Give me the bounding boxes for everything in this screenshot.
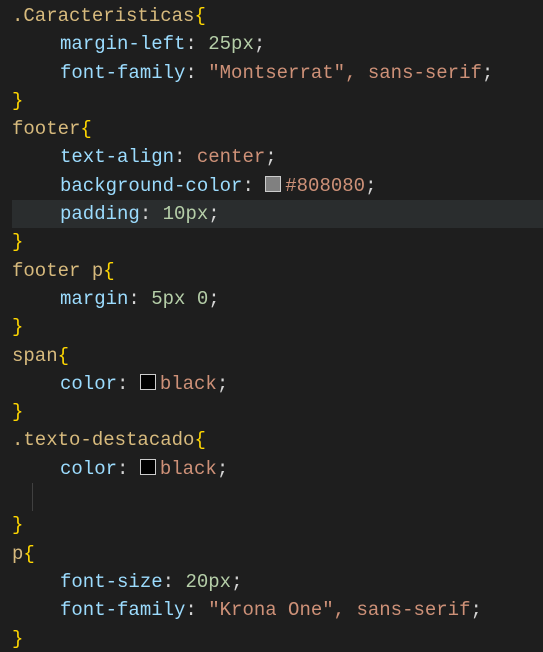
value: , sans-serif [334, 599, 471, 621]
code-line[interactable]: color: black; [12, 455, 543, 483]
code-line[interactable]: font-family: "Montserrat", sans-serif; [12, 59, 543, 87]
semicolon: ; [365, 175, 376, 197]
code-line[interactable]: } [12, 313, 543, 341]
value-number: 10 [163, 203, 186, 225]
property: margin [60, 288, 128, 310]
code-line[interactable]: p{ [12, 540, 543, 568]
value-string: "Krona One" [208, 599, 333, 621]
colon: : [117, 458, 140, 480]
code-line[interactable]: footer p{ [12, 257, 543, 285]
colon: : [185, 599, 208, 621]
colon: : [185, 62, 208, 84]
semicolon: ; [217, 373, 228, 395]
value-string: "Montserrat" [208, 62, 345, 84]
brace-open: { [80, 118, 91, 140]
colon: : [185, 33, 208, 55]
color-swatch[interactable] [140, 374, 156, 390]
brace-open: { [103, 260, 114, 282]
semicolon: ; [482, 62, 493, 84]
code-line[interactable]: .texto-destacado{ [12, 426, 543, 454]
brace-close: } [12, 231, 23, 253]
code-line[interactable]: padding: 10px; [12, 200, 543, 228]
colon: : [163, 571, 186, 593]
property: font-family [60, 62, 185, 84]
property: color [60, 458, 117, 480]
brace-close: } [12, 514, 23, 536]
property: text-align [60, 146, 174, 168]
value: #808080 [285, 175, 365, 197]
colon: : [128, 288, 151, 310]
value: center [197, 146, 265, 168]
value-unit: px [231, 33, 254, 55]
brace-close: } [12, 628, 23, 650]
value-unit: px [208, 571, 231, 593]
code-line[interactable]: } [12, 398, 543, 426]
semicolon: ; [470, 599, 481, 621]
brace-close: } [12, 401, 23, 423]
code-line[interactable]: font-size: 20px; [12, 568, 543, 596]
value: black [160, 373, 217, 395]
selector: footer [12, 118, 80, 140]
code-editor[interactable]: .Caracteristicas{margin-left: 25px;font-… [0, 0, 543, 652]
code-line[interactable]: color: black; [12, 370, 543, 398]
property: font-size [60, 571, 163, 593]
selector: .texto-destacado [12, 429, 194, 451]
colon: : [242, 175, 265, 197]
semicolon: ; [208, 203, 219, 225]
brace-close: } [12, 316, 23, 338]
code-line[interactable]: text-align: center; [12, 143, 543, 171]
brace-open: { [194, 5, 205, 27]
code-line[interactable]: } [12, 228, 543, 256]
brace-close: } [12, 90, 23, 112]
code-line[interactable]: footer{ [12, 115, 543, 143]
code-line[interactable] [12, 483, 543, 511]
property: font-family [60, 599, 185, 621]
property: color [60, 373, 117, 395]
semicolon: ; [208, 288, 219, 310]
colon: : [174, 146, 197, 168]
semicolon: ; [231, 571, 242, 593]
color-swatch[interactable] [265, 176, 281, 192]
property: background-color [60, 175, 242, 197]
value: black [160, 458, 217, 480]
value-number: 5 [151, 288, 162, 310]
colon: : [140, 203, 163, 225]
property: margin-left [60, 33, 185, 55]
code-line[interactable]: background-color: #808080; [12, 172, 543, 200]
value-unit: px [185, 203, 208, 225]
value-unit: px [163, 288, 186, 310]
selector: p [12, 543, 23, 565]
code-line[interactable]: margin-left: 25px; [12, 30, 543, 58]
code-line[interactable]: span{ [12, 342, 543, 370]
color-swatch[interactable] [140, 459, 156, 475]
selector: footer p [12, 260, 103, 282]
brace-open: { [23, 543, 34, 565]
semicolon: ; [217, 458, 228, 480]
code-line[interactable]: } [12, 511, 543, 539]
value-number: 20 [185, 571, 208, 593]
value: , sans-serif [345, 62, 482, 84]
colon: : [117, 373, 140, 395]
code-line[interactable]: } [12, 87, 543, 115]
code-line[interactable]: font-family: "Krona One", sans-serif; [12, 596, 543, 624]
brace-open: { [58, 345, 69, 367]
selector: span [12, 345, 58, 367]
code-line[interactable]: } [12, 625, 543, 652]
value-number: 25 [208, 33, 231, 55]
brace-open: { [194, 429, 205, 451]
code-line[interactable]: margin: 5px 0; [12, 285, 543, 313]
selector: .Caracteristicas [12, 5, 194, 27]
value-number: 0 [185, 288, 208, 310]
code-line[interactable]: .Caracteristicas{ [12, 2, 543, 30]
semicolon: ; [265, 146, 276, 168]
semicolon: ; [254, 33, 265, 55]
property: padding [60, 203, 140, 225]
